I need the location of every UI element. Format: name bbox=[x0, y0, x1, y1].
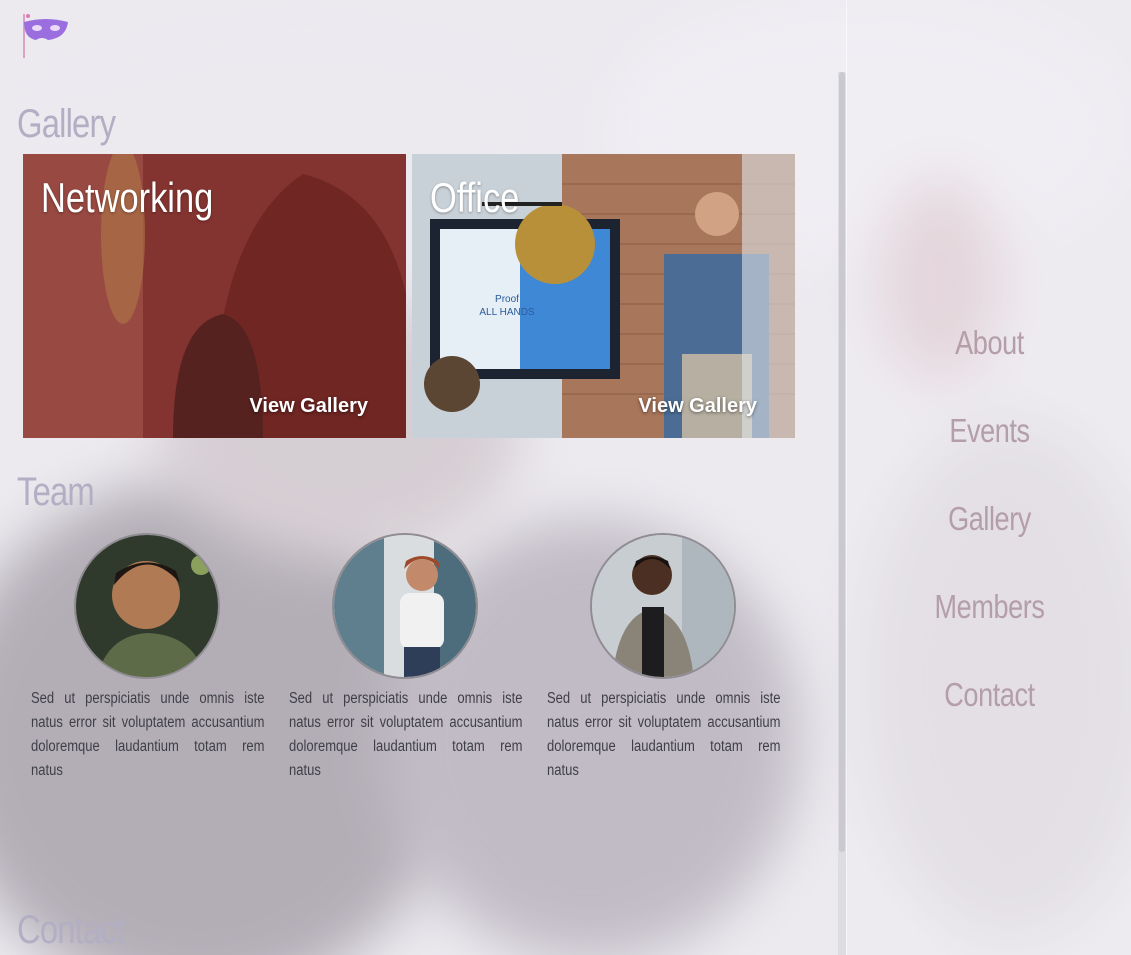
gallery-card-office[interactable]: Proof ALL HANDS Office View Gallery bbox=[412, 154, 795, 438]
member-photo bbox=[592, 535, 734, 677]
nav-item-members[interactable]: Members bbox=[873, 588, 1105, 626]
gallery-card-networking[interactable]: Networking View Gallery bbox=[23, 154, 406, 438]
member-description: Sed ut perspiciatis unde omnis iste natu… bbox=[289, 690, 523, 779]
view-gallery-link[interactable]: View Gallery bbox=[638, 395, 757, 418]
sidebar-divider bbox=[846, 0, 847, 955]
nav-item-contact[interactable]: Contact bbox=[873, 676, 1105, 714]
nav-item-gallery[interactable]: Gallery bbox=[873, 500, 1105, 538]
view-gallery-link[interactable]: View Gallery bbox=[249, 395, 368, 418]
card-title: Office bbox=[430, 174, 520, 221]
member-photo bbox=[334, 535, 476, 677]
card-title: Networking bbox=[41, 174, 214, 221]
svg-text:Proof: Proof bbox=[495, 294, 519, 305]
member-photo bbox=[76, 535, 218, 677]
nav-item-about[interactable]: About bbox=[873, 324, 1105, 362]
svg-text:ALL HANDS: ALL HANDS bbox=[479, 307, 535, 318]
contact-section-title: Contact bbox=[17, 908, 125, 952]
avatar bbox=[74, 533, 220, 679]
member-description: Sed ut perspiciatis unde omnis iste natu… bbox=[31, 690, 265, 779]
mask-flag-icon[interactable] bbox=[18, 10, 72, 60]
member-description: Sed ut perspiciatis unde omnis iste natu… bbox=[547, 690, 781, 779]
sidebar-nav: About Events Gallery Members Contact bbox=[848, 0, 1131, 955]
scrollbar-thumb[interactable] bbox=[839, 72, 845, 852]
gallery-section-title: Gallery bbox=[17, 102, 116, 146]
main-content: Gallery Networking View Gallery Proof AL… bbox=[0, 0, 838, 955]
avatar bbox=[332, 533, 478, 679]
nav-item-events[interactable]: Events bbox=[873, 412, 1105, 450]
avatar bbox=[590, 533, 736, 679]
team-section-title: Team bbox=[17, 470, 95, 514]
